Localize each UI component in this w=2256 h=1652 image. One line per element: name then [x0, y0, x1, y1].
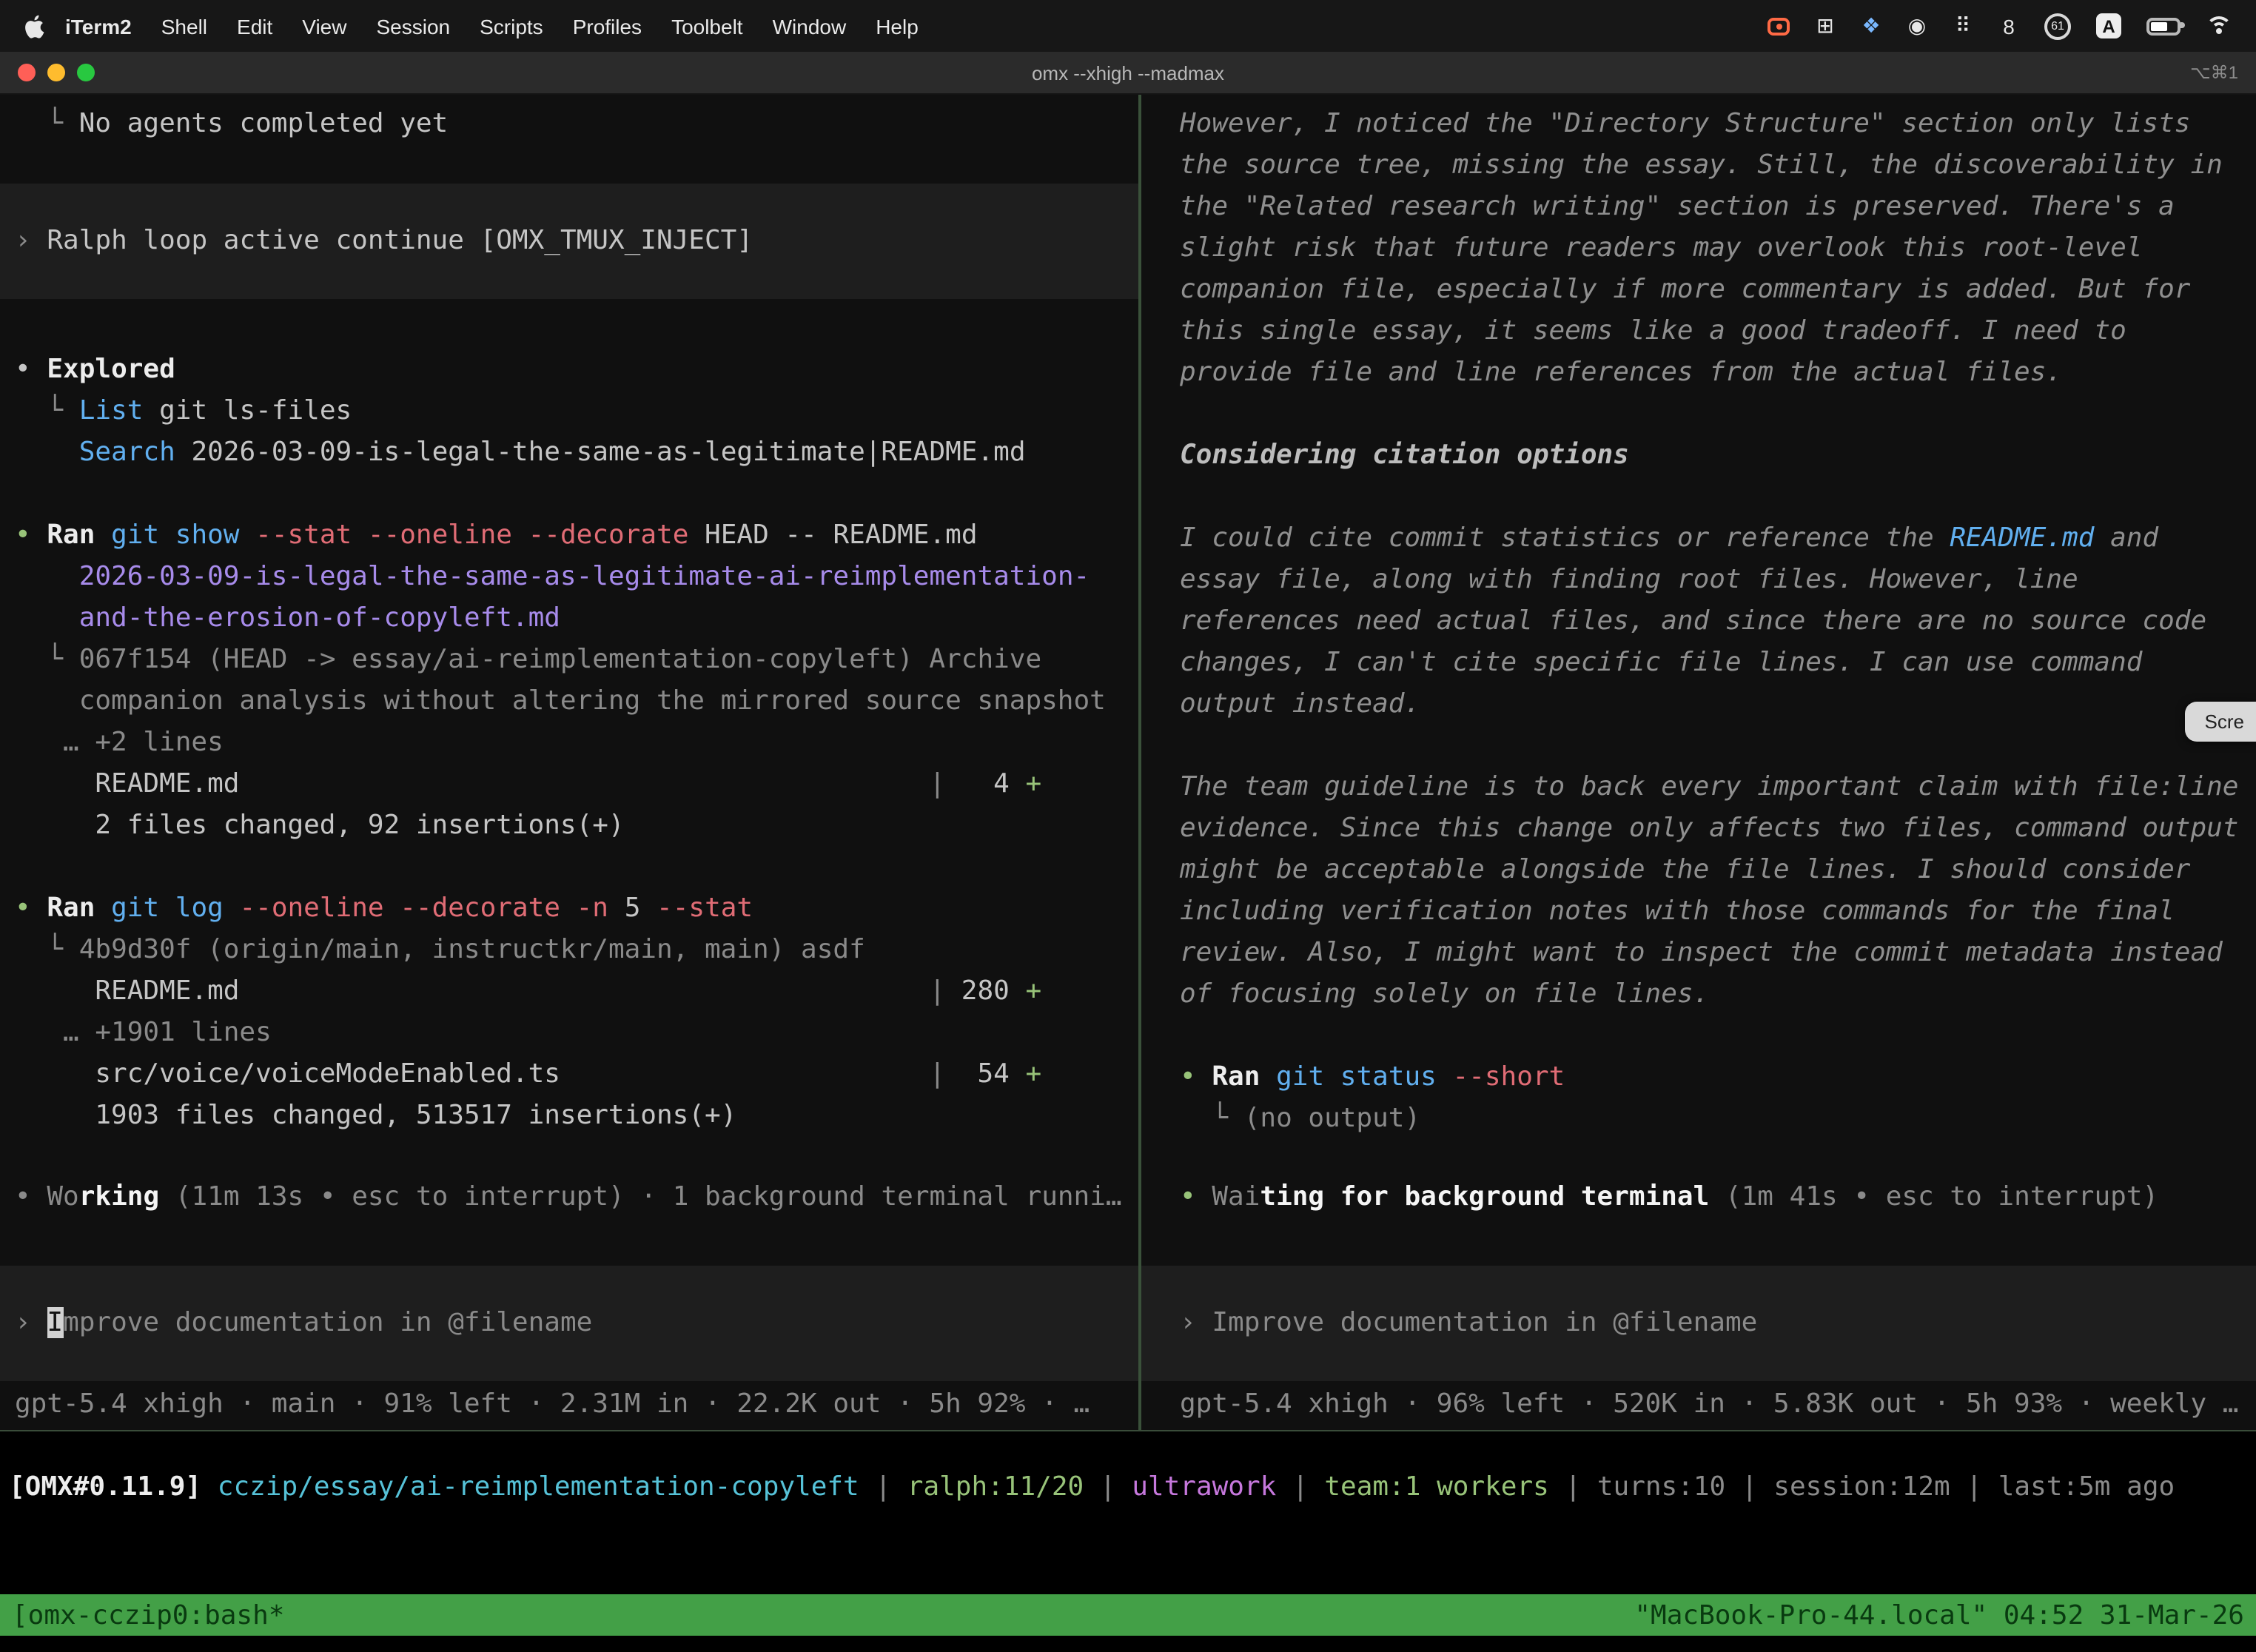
tmux-session-window: [omx-cczip0:bash*	[12, 1599, 284, 1631]
terminal-line: • Explored	[0, 349, 1138, 391]
left-prompt-text: › Improve documentation in @filename	[0, 1266, 1138, 1381]
circle-dot-icon[interactable]: ◉	[1907, 13, 1927, 39]
menu-toolbelt[interactable]: Toolbelt	[657, 14, 758, 38]
terminal-line: companion analysis without altering the …	[0, 681, 1138, 722]
apple-menu-icon[interactable]	[24, 14, 44, 38]
right-model-status-line: gpt-5.4 xhigh · 96% left · 520K in · 5.8…	[1141, 1384, 2256, 1426]
left-body-lines: • Explored └ List git ls-files Search 20…	[0, 349, 1138, 1137]
terminal-line: 2026-03-09-is-legal-the-same-as-legitima…	[0, 557, 1138, 598]
dots-grid-icon[interactable]: ⠿	[1953, 13, 1973, 39]
left-pre-lines: └ No agents completed yet	[0, 104, 1138, 145]
terminal-line: might be acceptable alongside the file l…	[1141, 850, 2256, 891]
left-prompt-input[interactable]: › Improve documentation in @filename	[0, 1266, 1138, 1381]
terminal-line: slight risk that future readers may over…	[1141, 228, 2256, 269]
terminal-line: essay file, along with finding root file…	[1141, 560, 2256, 601]
eight-glyph-icon[interactable]: 8	[1998, 13, 2019, 39]
terminal-line: └ List git ls-files	[0, 391, 1138, 432]
terminal-line: of focusing solely on file lines.	[1141, 974, 2256, 1015]
terminal-line	[0, 474, 1138, 515]
left-model-status-line: gpt-5.4 xhigh · main · 91% left · 2.31M …	[0, 1384, 1138, 1426]
terminal-line: However, I noticed the "Directory Struct…	[1141, 104, 2256, 145]
terminal-line: … +2 lines	[0, 722, 1138, 764]
terminal-line: 2 files changed, 92 insertions(+)	[0, 805, 1138, 847]
blue-diamond-icon[interactable]: ❖	[1861, 13, 1881, 39]
right-pane-bottom: • Waiting for background terminal (1m 41…	[1141, 1177, 2256, 1430]
terminal-line: including verification notes with those …	[1141, 891, 2256, 933]
menubar-status-icons: ⊞ ❖ ◉ ⠿ 8 61 A	[1767, 13, 2232, 39]
battery-percentage-icon[interactable]: 61	[2044, 13, 2071, 39]
terminal-line: └ 4b9d30f (origin/main, instructkr/main,…	[0, 930, 1138, 971]
right-prompt-text: › Improve documentation in @filename	[1141, 1266, 2256, 1381]
terminal-line: changes, I can't cite specific file line…	[1141, 642, 2256, 684]
screen: iTerm2ShellEditViewSessionScriptsProfile…	[0, 0, 2256, 1652]
menu-session[interactable]: Session	[361, 14, 465, 38]
terminal-line	[1141, 394, 2256, 435]
terminal-line: README.md | 4 +	[0, 764, 1138, 805]
terminal-line: Considering citation options	[1141, 435, 2256, 477]
battery-icon[interactable]	[2146, 17, 2181, 35]
bottom-gap	[0, 1636, 2256, 1652]
waiting-status-line: • Waiting for background terminal (1m 41…	[1141, 1177, 2256, 1218]
omx-status-zone: [OMX#0.11.9] cczip/essay/ai-reimplementa…	[0, 1431, 2256, 1594]
terminal-line: └ (no output)	[1141, 1098, 2256, 1140]
terminal-line: Search 2026-03-09-is-legal-the-same-as-l…	[0, 432, 1138, 474]
input-source-icon[interactable]: A	[2096, 13, 2121, 38]
omx-status-line: [OMX#0.11.9] cczip/essay/ai-reimplementa…	[0, 1467, 2256, 1508]
left-pane-bottom: • Working (11m 13s • esc to interrupt) ·…	[0, 1177, 1138, 1430]
right-body-lines: However, I noticed the "Directory Struct…	[1141, 104, 2256, 1140]
menu-view[interactable]: View	[287, 14, 361, 38]
terminal-line	[0, 847, 1138, 888]
working-status-line: • Working (11m 13s • esc to interrupt) ·…	[0, 1177, 1138, 1218]
menu-window[interactable]: Window	[758, 14, 862, 38]
terminal-line: provide file and line references from th…	[1141, 352, 2256, 394]
terminal-line: • Ran git show --stat --oneline --decora…	[0, 515, 1138, 557]
terminal-line: references need actual files, and since …	[1141, 601, 2256, 642]
ralph-loop-bar[interactable]: › Ralph loop active continue [OMX_TMUX_I…	[0, 184, 1138, 299]
terminal-line: src/voice/voiceModeEnabled.ts | 54 +	[0, 1054, 1138, 1095]
window-title: omx --xhigh --madmax	[0, 61, 2256, 84]
wifi-icon[interactable]	[2206, 16, 2232, 36]
terminal-line: 1903 files changed, 513517 insertions(+)	[0, 1095, 1138, 1137]
terminal-line: and-the-erosion-of-copyleft.md	[0, 598, 1138, 639]
terminal-line: The team guideline is to back every impo…	[1141, 767, 2256, 808]
window-shortcut-hint: ⌥⌘1	[2190, 62, 2238, 83]
terminal-line: the "Related research writing" section i…	[1141, 187, 2256, 228]
menu-scripts[interactable]: Scripts	[465, 14, 558, 38]
terminal-line: … +1901 lines	[0, 1013, 1138, 1054]
right-prompt-input[interactable]: › Improve documentation in @filename	[1141, 1266, 2256, 1381]
terminal-line: output instead.	[1141, 684, 2256, 725]
menu-shell[interactable]: Shell	[147, 14, 222, 38]
terminal-panes: └ No agents completed yet › Ralph loop a…	[0, 95, 2256, 1431]
terminal-line	[1141, 725, 2256, 767]
terminal-line: README.md | 280 +	[0, 971, 1138, 1013]
menu-edit[interactable]: Edit	[222, 14, 287, 38]
tmux-status-bar: [omx-cczip0:bash* "MacBook-Pro-44.local"…	[0, 1594, 2256, 1636]
terminal-line: companion file, especially if more comme…	[1141, 269, 2256, 311]
left-pane[interactable]: └ No agents completed yet › Ralph loop a…	[0, 95, 1138, 1430]
menu-iterm2[interactable]: iTerm2	[50, 14, 147, 38]
terminal-line	[1141, 1015, 2256, 1057]
terminal-line: this single essay, it seems like a good …	[1141, 311, 2256, 352]
terminal-line: review. Also, I might want to inspect th…	[1141, 933, 2256, 974]
menu-profiles[interactable]: Profiles	[558, 14, 657, 38]
tmux-host-time: "MacBook-Pro-44.local" 04:52 31-Mar-26	[1634, 1599, 2244, 1631]
terminal-line: the source tree, missing the essay. Stil…	[1141, 145, 2256, 187]
terminal-line: • Ran git log --oneline --decorate -n 5 …	[0, 888, 1138, 930]
menu-help[interactable]: Help	[861, 14, 933, 38]
terminal-line: • Ran git status --short	[1141, 1057, 2256, 1098]
menubar: iTerm2ShellEditViewSessionScriptsProfile…	[0, 0, 2256, 52]
ralph-loop-text: › Ralph loop active continue [OMX_TMUX_I…	[0, 184, 1138, 299]
window-grid-icon[interactable]: ⊞	[1815, 13, 1836, 39]
terminal-line: └ 067f154 (HEAD -> essay/ai-reimplementa…	[0, 639, 1138, 681]
terminal-line: I could cite commit statistics or refere…	[1141, 518, 2256, 560]
menu-list: iTerm2ShellEditViewSessionScriptsProfile…	[50, 14, 933, 38]
window-titlebar[interactable]: omx --xhigh --madmax ⌥⌘1	[0, 52, 2256, 95]
terminal-line	[1141, 477, 2256, 518]
terminal-line: └ No agents completed yet	[0, 104, 1138, 145]
screen-tooltip: Scre	[2186, 702, 2256, 742]
right-pane[interactable]: However, I noticed the "Directory Struct…	[1141, 95, 2256, 1430]
screen-recording-icon[interactable]	[1767, 17, 1790, 35]
terminal-line: evidence. Since this change only affects…	[1141, 808, 2256, 850]
